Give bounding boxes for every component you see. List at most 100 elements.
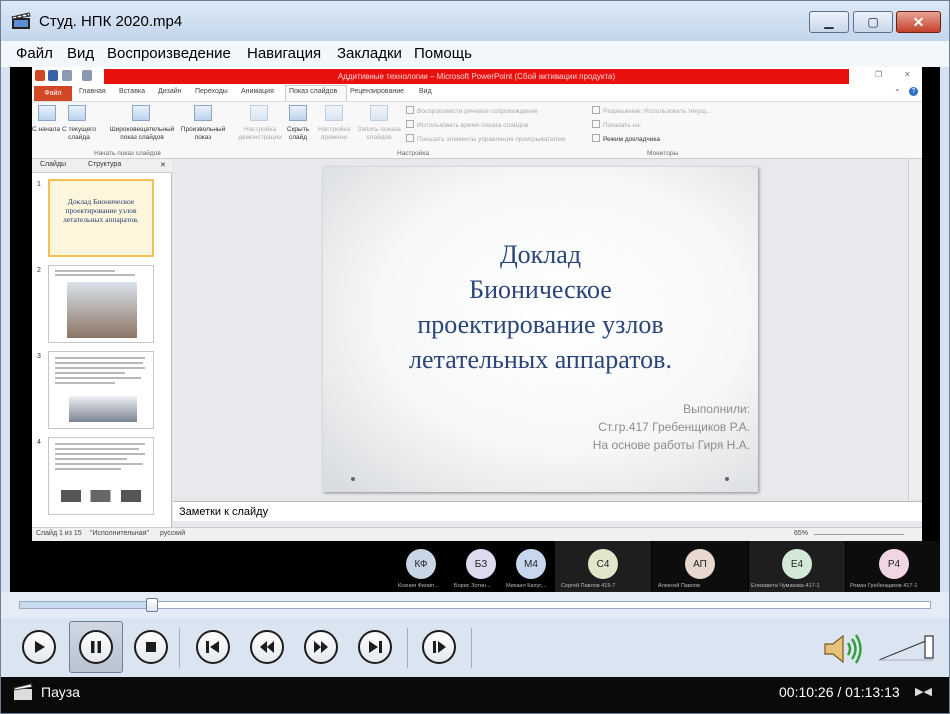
- powerpoint-window: Аддитивные технологии – Microsoft PowerP…: [32, 67, 922, 541]
- setup-label: Настройка демонстрации: [238, 126, 282, 141]
- participant-name: Ксения Филип...: [398, 583, 439, 589]
- speaker-icon[interactable]: [821, 632, 865, 666]
- pp-title-bar: Аддитивные технологии – Microsoft PowerP…: [32, 67, 922, 85]
- fast-forward-button[interactable]: [297, 623, 345, 671]
- participant-name: Елизавета Чумакова 417-1: [751, 583, 820, 589]
- pp-tab-animation: Анимация: [241, 88, 274, 95]
- participant-name: Роман Гребенщиков 417-1: [850, 583, 918, 589]
- hide-slide-icon: [289, 105, 307, 121]
- slide-subtitle-line: Выполнили:: [683, 402, 750, 416]
- playback-state: Пауза: [41, 684, 80, 700]
- powerpoint-icon: [35, 70, 45, 81]
- group-setup-label: Настройка: [397, 150, 429, 157]
- participant-avatar: С4: [588, 549, 618, 579]
- menu-navigation[interactable]: Навигация: [247, 45, 321, 62]
- timing-label: Настройка времени: [318, 126, 350, 141]
- presenter-view-check: Режим докладчика: [592, 134, 660, 143]
- pp-collapse-icon: ⌃: [894, 88, 901, 97]
- participant-avatar: КФ: [406, 549, 436, 579]
- pp-status-bar: Слайд 1 из 15 "Исполнительная" русский 6…: [32, 527, 922, 541]
- participant-avatar: М4: [516, 549, 546, 579]
- slide-edit-area: Доклад Бионическое проектирование узлов …: [173, 159, 908, 499]
- participant-avatar: БЗ: [466, 549, 496, 579]
- participant-name: Михаил Капус...: [506, 583, 547, 589]
- skip-back-icon: [206, 641, 219, 653]
- slide-decor-dot: [725, 477, 729, 481]
- hide-slide-label: Скрыть слайд: [286, 126, 310, 141]
- slide-title-line: проектирование узлов: [417, 310, 664, 339]
- from-start-label: С начала: [32, 126, 60, 133]
- slide-title: Доклад Бионическое проектирование узлов …: [323, 237, 758, 377]
- slide-thumbnail: Доклад Бионическое проектирование узлов …: [48, 179, 154, 257]
- pp-status-theme: "Исполнительная": [90, 530, 149, 537]
- seek-bar[interactable]: [19, 598, 931, 612]
- slides-panel: Слайды Структура ✕ 1 Доклад Бионическое …: [32, 159, 172, 527]
- participant-avatar: Р4: [879, 549, 909, 579]
- participant-tile: М4 Михаил Капус...: [498, 541, 554, 592]
- slide-decor-dot: [351, 477, 355, 481]
- volume-slider[interactable]: [877, 634, 937, 662]
- chk-narration: Воспроизвести речевое сопровождение: [406, 106, 538, 115]
- frame-step-button[interactable]: [415, 623, 463, 671]
- seek-area: [1, 592, 949, 618]
- menu-view[interactable]: Вид: [67, 45, 94, 62]
- control-separator: [407, 628, 408, 668]
- menu-file[interactable]: Файл: [16, 45, 53, 62]
- pp-help-icon: ?: [909, 87, 918, 96]
- parts-photo: [61, 490, 141, 502]
- record-label: Запись показа слайдов: [357, 126, 401, 141]
- participant-name: Алексей Павлов: [658, 583, 700, 589]
- skip-forward-icon: [369, 641, 382, 653]
- pp-tab-transitions: Переходы: [195, 88, 228, 95]
- pp-window-title: Аддитивные технологии – Microsoft PowerP…: [104, 69, 849, 84]
- thumb-num: 4: [37, 439, 41, 446]
- maximize-button[interactable]: ▢: [853, 11, 893, 33]
- slide-title-line: Доклад: [499, 240, 582, 269]
- participant-avatar: Е4: [782, 549, 812, 579]
- panel-tab-outline: Структура: [88, 161, 122, 168]
- from-current-label: С текущего слайда: [62, 126, 96, 141]
- pp-status-zoom: 65%: [794, 530, 809, 537]
- pp-tab-design: Дизайн: [158, 88, 182, 95]
- stop-icon: [146, 642, 156, 652]
- pause-button[interactable]: [69, 621, 123, 673]
- panel-tab-slides: Слайды: [40, 161, 67, 168]
- seek-thumb[interactable]: [146, 598, 159, 612]
- pp-zoom-slider: [814, 534, 904, 535]
- video-frame[interactable]: Аддитивные технологии – Microsoft PowerP…: [10, 67, 940, 592]
- control-separator: [471, 628, 472, 668]
- frame-step-icon: [433, 641, 446, 653]
- menu-playback[interactable]: Воспроизведение: [107, 45, 231, 62]
- skip-back-button[interactable]: [189, 623, 237, 671]
- rewind-button[interactable]: [243, 623, 291, 671]
- slide-subtitle-line: Ст.гр.417 Гребенщиков Р.А.: [598, 420, 750, 434]
- pp-close-icon: ✕: [904, 70, 911, 79]
- close-icon: ✕: [912, 13, 925, 30]
- close-button[interactable]: ✕: [896, 11, 941, 33]
- seek-progress: [20, 602, 153, 608]
- participant-tile: БЗ Борис Зотин...: [448, 541, 496, 592]
- pp-tab-home: Главная: [79, 88, 106, 95]
- time-display: 00:10:26 / 01:13:13: [779, 684, 900, 700]
- stop-button[interactable]: [127, 623, 175, 671]
- menu-help[interactable]: Помощь: [414, 45, 472, 62]
- thumb-num: 2: [37, 267, 41, 274]
- pp-body: Слайды Структура ✕ 1 Доклад Бионическое …: [32, 159, 922, 527]
- broadcast-label: Широковещательный показ слайдов: [109, 126, 175, 141]
- participant-name: Сергей Павлов 415-7: [561, 583, 616, 589]
- fullscreen-icon[interactable]: ▶◀: [915, 685, 932, 698]
- minimize-icon: ▁: [824, 15, 834, 29]
- pp-ribbon: С начала С текущего слайда Широковещател…: [32, 101, 922, 159]
- slide-thumbnail: [48, 265, 154, 343]
- participants-strip: КФ Ксения Филип... БЗ Борис Зотин... М4 …: [10, 541, 940, 592]
- notes-pane: Заметки к слайду: [173, 501, 922, 521]
- menu-bookmarks[interactable]: Закладки: [337, 45, 402, 62]
- pp-tab-view: Вид: [419, 88, 432, 95]
- skip-forward-button[interactable]: [351, 623, 399, 671]
- play-button[interactable]: [15, 623, 63, 671]
- minimize-button[interactable]: ▁: [809, 11, 849, 33]
- from-start-icon: [38, 105, 56, 121]
- broadcast-icon: [132, 105, 150, 121]
- participant-tile: Е4 Елизавета Чумакова 417-1: [749, 541, 845, 592]
- pp-tab-file: Файл: [34, 86, 72, 101]
